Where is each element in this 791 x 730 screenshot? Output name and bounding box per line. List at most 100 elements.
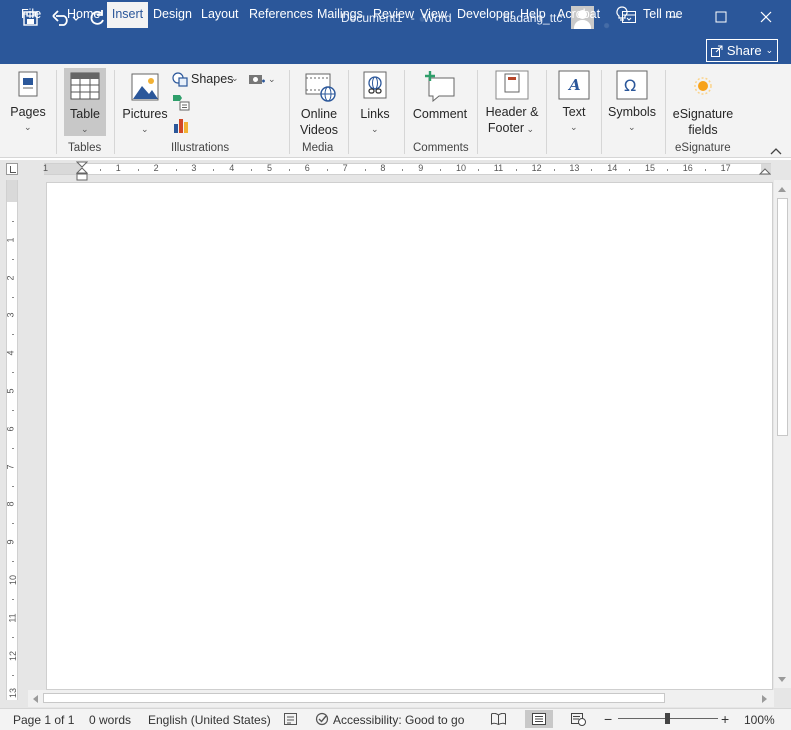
links-button[interactable]: Links ⌄: [355, 68, 395, 138]
macro-record-icon[interactable]: [284, 713, 297, 725]
tab-insert[interactable]: Insert: [107, 2, 148, 28]
pages-button[interactable]: Pages ⌄: [6, 68, 50, 138]
scroll-left-icon[interactable]: [32, 695, 38, 703]
pictures-label: Pictures: [122, 107, 168, 121]
ruler-tick: [137, 169, 139, 171]
chart-button[interactable]: [172, 116, 190, 134]
ruler-number: 9: [418, 163, 424, 173]
tab-design[interactable]: Design: [153, 0, 192, 28]
ruler-tick: [12, 485, 14, 487]
text-button[interactable]: A Text ⌄: [553, 68, 595, 138]
tab-selector-icon[interactable]: [6, 163, 18, 175]
document-page[interactable]: [46, 182, 773, 690]
tab-layout[interactable]: Layout: [201, 0, 239, 28]
ruler-tick: [12, 334, 14, 336]
ruler-number: 4: [229, 163, 235, 173]
tab-references[interactable]: References: [249, 0, 313, 28]
language-status[interactable]: English (United States): [148, 713, 271, 727]
shapes-label: Shapes: [191, 72, 234, 86]
horizontal-ruler[interactable]: 1 1 2 3 4 5 6 7 8 9 10 11 12 13 14 15 16 17: [43, 163, 771, 175]
tab-file[interactable]: File: [21, 0, 41, 28]
scroll-up-icon[interactable]: [778, 186, 786, 192]
ruler-number: 6: [304, 163, 310, 173]
group-label-esignature: eSignature: [675, 142, 731, 154]
maximize-icon[interactable]: [709, 6, 733, 28]
symbols-button[interactable]: Ω Symbols ⌄: [606, 68, 658, 138]
header-footer-button[interactable]: Header & Footer ⌄: [482, 68, 542, 140]
page-count[interactable]: Page 1 of 1: [13, 713, 74, 727]
shapes-button[interactable]: Shapes ⌄: [172, 70, 242, 90]
ruler-number: 8: [380, 163, 386, 173]
zoom-out-button[interactable]: −: [604, 711, 612, 727]
horizontal-scroll-thumb[interactable]: [43, 693, 665, 703]
group-separator: [665, 70, 666, 154]
screenshot-icon: [249, 75, 265, 84]
group-label-illustrations: Illustrations: [171, 142, 230, 154]
tab-mailings[interactable]: Mailings: [317, 0, 363, 28]
ruler-tick: [12, 523, 14, 525]
accessibility-icon: [315, 712, 329, 726]
scroll-down-icon[interactable]: [778, 677, 786, 683]
scroll-right-icon[interactable]: [762, 695, 768, 703]
tab-view[interactable]: View: [420, 0, 447, 28]
group-separator: [289, 70, 290, 154]
accessibility-status[interactable]: Accessibility: Good to go: [333, 713, 464, 727]
table-button[interactable]: Table ⌄: [64, 68, 106, 136]
pages-icon: [18, 71, 38, 97]
print-layout-button[interactable]: [525, 710, 553, 728]
esignature-label-line2: fields: [688, 123, 718, 137]
esignature-fields-button[interactable]: eSignature fields: [670, 68, 736, 140]
zoom-in-button[interactable]: +: [721, 711, 729, 727]
ruler-tick: [704, 169, 706, 171]
table-icon: [70, 72, 100, 100]
collapse-ribbon-icon[interactable]: [768, 143, 784, 155]
word-count[interactable]: 0 words: [89, 713, 131, 727]
tell-me-search[interactable]: Tell me: [643, 0, 683, 28]
ruler-tick: [440, 169, 442, 171]
tab-acrobat[interactable]: Acrobat: [557, 0, 600, 28]
ruler-number: 12: [531, 163, 542, 173]
ruler-number: 13: [8, 688, 19, 699]
pages-label: Pages: [10, 105, 46, 119]
ruler-number: 6: [5, 426, 16, 432]
pictures-button[interactable]: Pictures ⌄: [120, 68, 170, 138]
group-separator: [601, 70, 602, 154]
chevron-down-icon: ⌄: [628, 122, 636, 132]
screenshot-button[interactable]: ⌄: [248, 70, 278, 90]
ruler-tick: [666, 169, 668, 171]
vertical-scroll-thumb[interactable]: [777, 198, 788, 436]
ruler-number: 2: [5, 275, 16, 281]
vertical-ruler[interactable]: 1 2 3 4 5 6 7 8 9 10 11 12 13: [6, 180, 18, 700]
ruler-tick: [364, 169, 366, 171]
comment-icon: [425, 71, 455, 102]
zoom-slider-thumb[interactable]: [665, 713, 670, 724]
ruler-tick: [12, 674, 14, 676]
share-button[interactable]: Share ⌄: [706, 39, 778, 62]
ruler-number: 9: [5, 539, 16, 545]
read-mode-icon[interactable]: [491, 713, 506, 725]
ruler-tick: [251, 169, 253, 171]
zoom-level[interactable]: 100%: [744, 713, 775, 727]
ruler-tick: [99, 169, 101, 171]
smartart-button[interactable]: [172, 93, 190, 111]
web-layout-icon[interactable]: [571, 713, 586, 726]
tab-review[interactable]: Review: [373, 0, 414, 28]
indent-markers[interactable]: [76, 161, 88, 181]
table-label: Table: [70, 107, 100, 121]
online-videos-button[interactable]: Online Videos: [294, 68, 344, 140]
chevron-down-icon: ⌄: [570, 122, 578, 132]
close-icon[interactable]: [754, 6, 778, 28]
chevron-down-icon: ⌄: [371, 124, 379, 134]
chevron-down-icon: ⌄: [24, 122, 32, 132]
comment-button[interactable]: Comment: [410, 68, 470, 138]
chevron-down-icon: ⌄: [141, 124, 149, 134]
text-label: Text: [562, 105, 586, 119]
ruler-tick: [12, 447, 14, 449]
tab-help[interactable]: Help: [520, 0, 546, 28]
right-indent-marker[interactable]: [759, 167, 771, 175]
tab-home[interactable]: Home: [67, 0, 100, 28]
online-videos-label-line2: Videos: [300, 123, 338, 137]
ruler-number: 14: [607, 163, 618, 173]
tab-developer[interactable]: Developer: [457, 0, 514, 28]
group-separator: [56, 70, 57, 154]
